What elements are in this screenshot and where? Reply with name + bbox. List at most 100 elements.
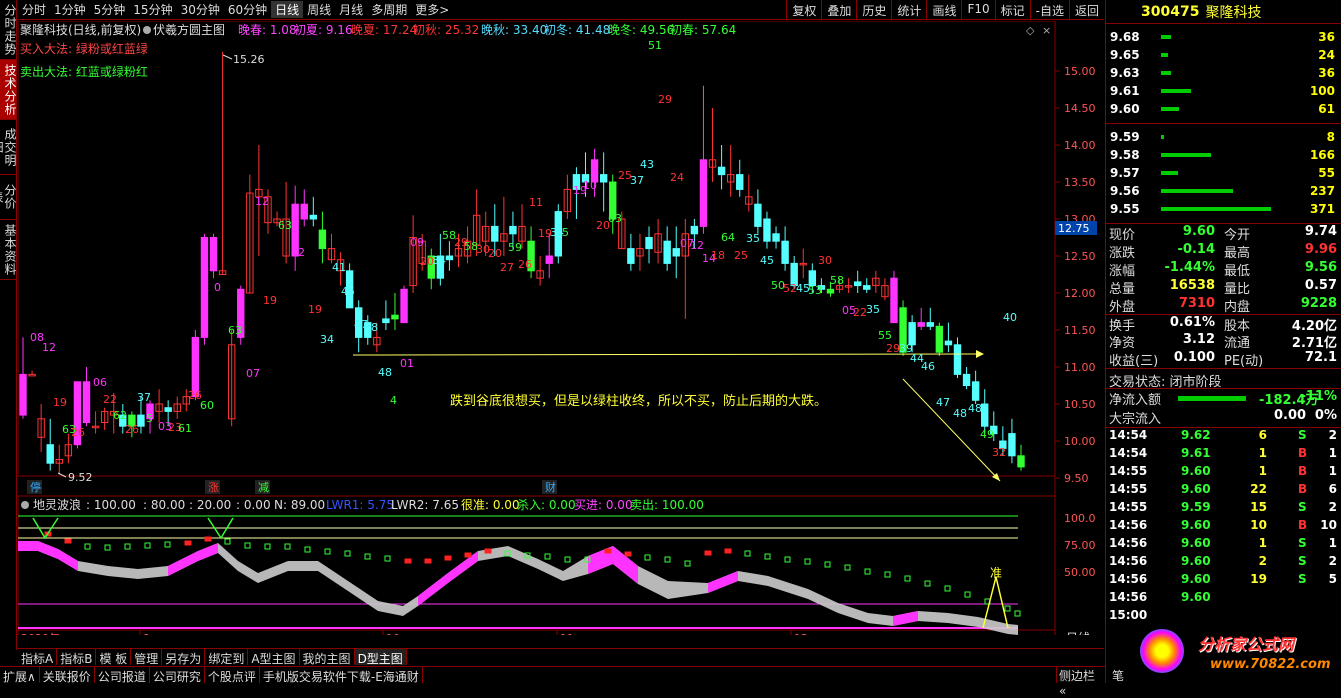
season-label: 晚秋: 33.40 bbox=[481, 23, 547, 37]
ask-row[interactable]: 9.60 61 bbox=[1106, 100, 1341, 118]
quote-value-2: 0.57 bbox=[1304, 278, 1337, 293]
quote-label-2: 量比 bbox=[1224, 282, 1251, 297]
candle-body bbox=[391, 314, 399, 320]
left-tab-2[interactable]: 成交明细 bbox=[0, 120, 17, 175]
bottom-link-5[interactable]: 手机版交易软件下载-E海通财 bbox=[260, 667, 423, 684]
tick-price: 9.59 bbox=[1181, 500, 1211, 514]
period-tab-3[interactable]: 15分钟 bbox=[129, 1, 176, 18]
tick-row[interactable]: 14:56 9.60 10 B 10 bbox=[1106, 518, 1341, 536]
toolbar-button-2[interactable]: 历史 bbox=[856, 0, 891, 20]
season-label: 初秋: 25.32 bbox=[413, 23, 479, 37]
period-tab-0[interactable]: 分时 bbox=[18, 1, 50, 18]
pen-tab[interactable]: 笔 bbox=[1110, 666, 1134, 683]
event-marker[interactable]: 涨 bbox=[208, 481, 219, 494]
period-tab-6[interactable]: 日线 bbox=[271, 1, 304, 18]
left-tab-0[interactable]: 分时走势 bbox=[0, 0, 17, 60]
bottom-link-4[interactable]: 个股点评 bbox=[205, 667, 260, 684]
ask-row[interactable]: 9.68 36 bbox=[1106, 28, 1341, 46]
signal-square bbox=[604, 548, 612, 554]
toolbar-button-7[interactable]: -自选 bbox=[1029, 0, 1069, 20]
indicator-tab-7[interactable]: 我的主图 bbox=[300, 649, 355, 666]
left-tab-4[interactable]: 基本资料 bbox=[0, 220, 17, 280]
indicator-tab-6[interactable]: A型主图 bbox=[248, 649, 300, 666]
tick-row[interactable]: 14:54 9.62 6 S 2 bbox=[1106, 428, 1341, 446]
ask-row[interactable]: 9.65 24 bbox=[1106, 46, 1341, 64]
season-number-label: 12 bbox=[42, 341, 56, 354]
toolbar-button-8[interactable]: 返回 bbox=[1068, 0, 1104, 20]
bid-volume-bar bbox=[1161, 135, 1164, 139]
tick-row[interactable]: 14:54 9.61 1 B 1 bbox=[1106, 446, 1341, 464]
period-tab-7[interactable]: 周线 bbox=[303, 1, 335, 18]
toolbar-button-6[interactable]: 标记 bbox=[994, 0, 1030, 20]
sidebar-toggle[interactable]: 侧边栏 « bbox=[1056, 666, 1106, 698]
left-tab-3[interactable]: 分价表 bbox=[0, 175, 17, 220]
ask-row[interactable]: 9.61 100 bbox=[1106, 82, 1341, 100]
period-tab-5[interactable]: 60分钟 bbox=[224, 1, 271, 18]
bid-row[interactable]: 9.57 55 bbox=[1106, 164, 1341, 182]
quote-label-2: PE(动) bbox=[1224, 354, 1264, 369]
tick-time: 14:56 bbox=[1109, 518, 1148, 532]
season-number-label: 20 bbox=[488, 247, 502, 260]
sub-param-label: 卖出: 100.00 bbox=[630, 498, 704, 512]
tick-row[interactable]: 14:56 9.60 2 S 2 bbox=[1106, 554, 1341, 572]
toolbar-button-0[interactable]: 复权 bbox=[786, 0, 821, 20]
season-number-label: 40 bbox=[1003, 311, 1017, 324]
indicator-settings-icon[interactable] bbox=[143, 26, 151, 34]
signal-square bbox=[904, 575, 911, 582]
tick-row[interactable]: 14:55 9.59 15 S 2 bbox=[1106, 500, 1341, 518]
period-tab-1[interactable]: 1分钟 bbox=[50, 1, 90, 18]
price-axis-label: 12.50 bbox=[1064, 250, 1096, 263]
sub-indicator-settings-icon[interactable] bbox=[21, 501, 29, 509]
tick-row[interactable]: 14:56 9.60 bbox=[1106, 590, 1341, 608]
toolbar-button-3[interactable]: 统计 bbox=[891, 0, 926, 20]
signal-square bbox=[324, 548, 331, 555]
toolbar-button-1[interactable]: 叠加 bbox=[821, 0, 856, 20]
quote-value: 0.100 bbox=[1173, 350, 1215, 365]
bottom-link-3[interactable]: 公司研究 bbox=[150, 667, 205, 684]
season-number-label: 19 bbox=[308, 303, 322, 316]
tick-row[interactable]: 14:56 9.60 19 S 5 bbox=[1106, 572, 1341, 590]
event-marker[interactable]: 停 bbox=[30, 480, 41, 494]
season-number-label: 48 bbox=[364, 321, 378, 334]
bid-row[interactable]: 9.59 8 bbox=[1106, 128, 1341, 146]
indicator-tab-0[interactable]: 指标A bbox=[18, 649, 58, 666]
bid-row[interactable]: 9.58 166 bbox=[1106, 146, 1341, 164]
tick-list[interactable]: 14:54 9.62 6 S 2 14:54 9.61 1 B 1 14:55 9.60 1 B 1 14:5… bbox=[1106, 428, 1341, 626]
indicator-tab-3[interactable]: 管理 bbox=[131, 649, 163, 666]
bid-row[interactable]: 9.55 371 bbox=[1106, 200, 1341, 218]
tick-row[interactable]: 15:00 bbox=[1106, 608, 1341, 626]
period-tab-2[interactable]: 5分钟 bbox=[90, 1, 130, 18]
close-icon[interactable]: × bbox=[1042, 24, 1051, 37]
tick-row[interactable]: 14:55 9.60 22 B 6 bbox=[1106, 482, 1341, 500]
tick-row[interactable]: 14:55 9.60 1 B 1 bbox=[1106, 464, 1341, 482]
ask-row[interactable]: 9.63 36 bbox=[1106, 64, 1341, 82]
indicator-tab-2[interactable]: 模 板 bbox=[96, 649, 132, 666]
candle-body bbox=[300, 203, 308, 220]
tick-row[interactable]: 14:56 9.60 1 S 1 bbox=[1106, 536, 1341, 554]
kline-chart[interactable]: 地灵波浪: 100.00: 80.00: 20.00: 0.00 N: 89.00… bbox=[18, 21, 1104, 635]
event-marker[interactable]: 财 bbox=[545, 480, 556, 494]
indicator-tab-1[interactable]: 指标B bbox=[57, 649, 97, 666]
bottom-link-1[interactable]: 关联报价 bbox=[40, 667, 95, 684]
indicator-tab-4[interactable]: 另存为 bbox=[162, 649, 206, 666]
period-tab-8[interactable]: 月线 bbox=[335, 1, 367, 18]
quote-label: 外盘 bbox=[1109, 300, 1136, 315]
left-tab-1[interactable]: 技术分析 bbox=[0, 60, 17, 120]
candle-body bbox=[1017, 455, 1025, 468]
period-tab-9[interactable]: 多周期 bbox=[367, 1, 411, 18]
tick-price: 9.60 bbox=[1181, 572, 1211, 586]
bottom-link-0[interactable]: 扩展∧ bbox=[0, 667, 40, 684]
indicator-tab-5[interactable]: 绑定到 bbox=[205, 649, 249, 666]
toolbar-button-4[interactable]: 画线 bbox=[926, 0, 961, 20]
support-line bbox=[352, 353, 977, 356]
period-tab-10[interactable]: 更多> bbox=[411, 1, 453, 18]
signal-square bbox=[104, 544, 111, 551]
signal-square bbox=[804, 558, 811, 565]
event-marker[interactable]: 减 bbox=[258, 481, 269, 494]
bid-row[interactable]: 9.56 237 bbox=[1106, 182, 1341, 200]
bottom-link-2[interactable]: 公司报道 bbox=[95, 667, 150, 684]
collapse-icon[interactable]: ◇ bbox=[1026, 24, 1035, 37]
toolbar-button-5[interactable]: F10 bbox=[961, 0, 994, 20]
period-tab-4[interactable]: 30分钟 bbox=[177, 1, 224, 18]
indicator-tab-8[interactable]: D型主图 bbox=[354, 649, 407, 666]
